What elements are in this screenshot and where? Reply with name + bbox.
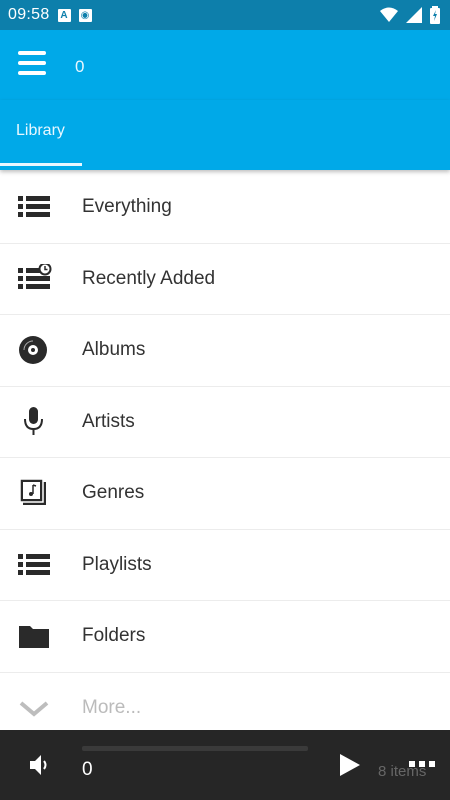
list-item-label: Playlists: [82, 553, 152, 575]
list-item-genres[interactable]: Genres: [0, 458, 450, 530]
list-item-albums[interactable]: Albums: [0, 315, 450, 387]
list-icon: [18, 553, 50, 575]
hamburger-icon[interactable]: [18, 51, 52, 79]
wifi-icon: [380, 7, 398, 22]
status-icons: [380, 6, 440, 24]
folder-icon: [19, 626, 49, 648]
status-bar: 09:58 A ◉: [0, 0, 450, 30]
list-item-playlists[interactable]: Playlists: [0, 530, 450, 601]
list-item-label: Artists: [82, 410, 135, 432]
player-bar: 0 8 items: [0, 730, 450, 800]
volume-icon[interactable]: [28, 752, 54, 778]
recent-list-icon: [18, 263, 52, 289]
tab-bar: Library: [0, 100, 450, 170]
album-disc-icon: [19, 336, 47, 364]
list-item-label: Albums: [82, 339, 146, 360]
status-time: 09:58: [8, 6, 50, 23]
list-item-artists[interactable]: Artists: [0, 387, 450, 458]
chevron-down-icon: [19, 700, 49, 717]
notification-a-icon: A: [57, 8, 71, 22]
microphone-icon: [24, 406, 43, 435]
play-icon[interactable]: [338, 752, 362, 778]
list-item-folders[interactable]: Folders: [0, 601, 450, 673]
tab-library[interactable]: Library: [0, 100, 82, 170]
notification-image-icon: ◉: [78, 8, 92, 22]
toolbar-title: 0: [75, 57, 85, 76]
list-icon: [18, 196, 50, 217]
list-item-label: Everything: [82, 196, 172, 217]
player-time: 0: [82, 759, 93, 780]
list-item-everything[interactable]: Everything: [0, 172, 450, 244]
list-item-label: More...: [82, 696, 142, 718]
battery-icon: [430, 6, 440, 24]
library-list: Everything Recently Added Albums Artists: [0, 172, 450, 743]
list-item-label: Recently Added: [82, 267, 216, 289]
signal-icon: [406, 7, 422, 23]
app-toolbar: 0: [0, 30, 450, 100]
more-options-icon[interactable]: [409, 761, 435, 769]
tab-indicator: [0, 163, 82, 166]
music-note-box-icon: [19, 478, 46, 505]
list-item-label: Genres: [82, 482, 145, 503]
tab-library-label: Library: [16, 122, 65, 139]
list-item-label: Folders: [82, 625, 146, 646]
list-item-recently-added[interactable]: Recently Added: [0, 244, 450, 315]
progress-bar[interactable]: [82, 746, 308, 751]
